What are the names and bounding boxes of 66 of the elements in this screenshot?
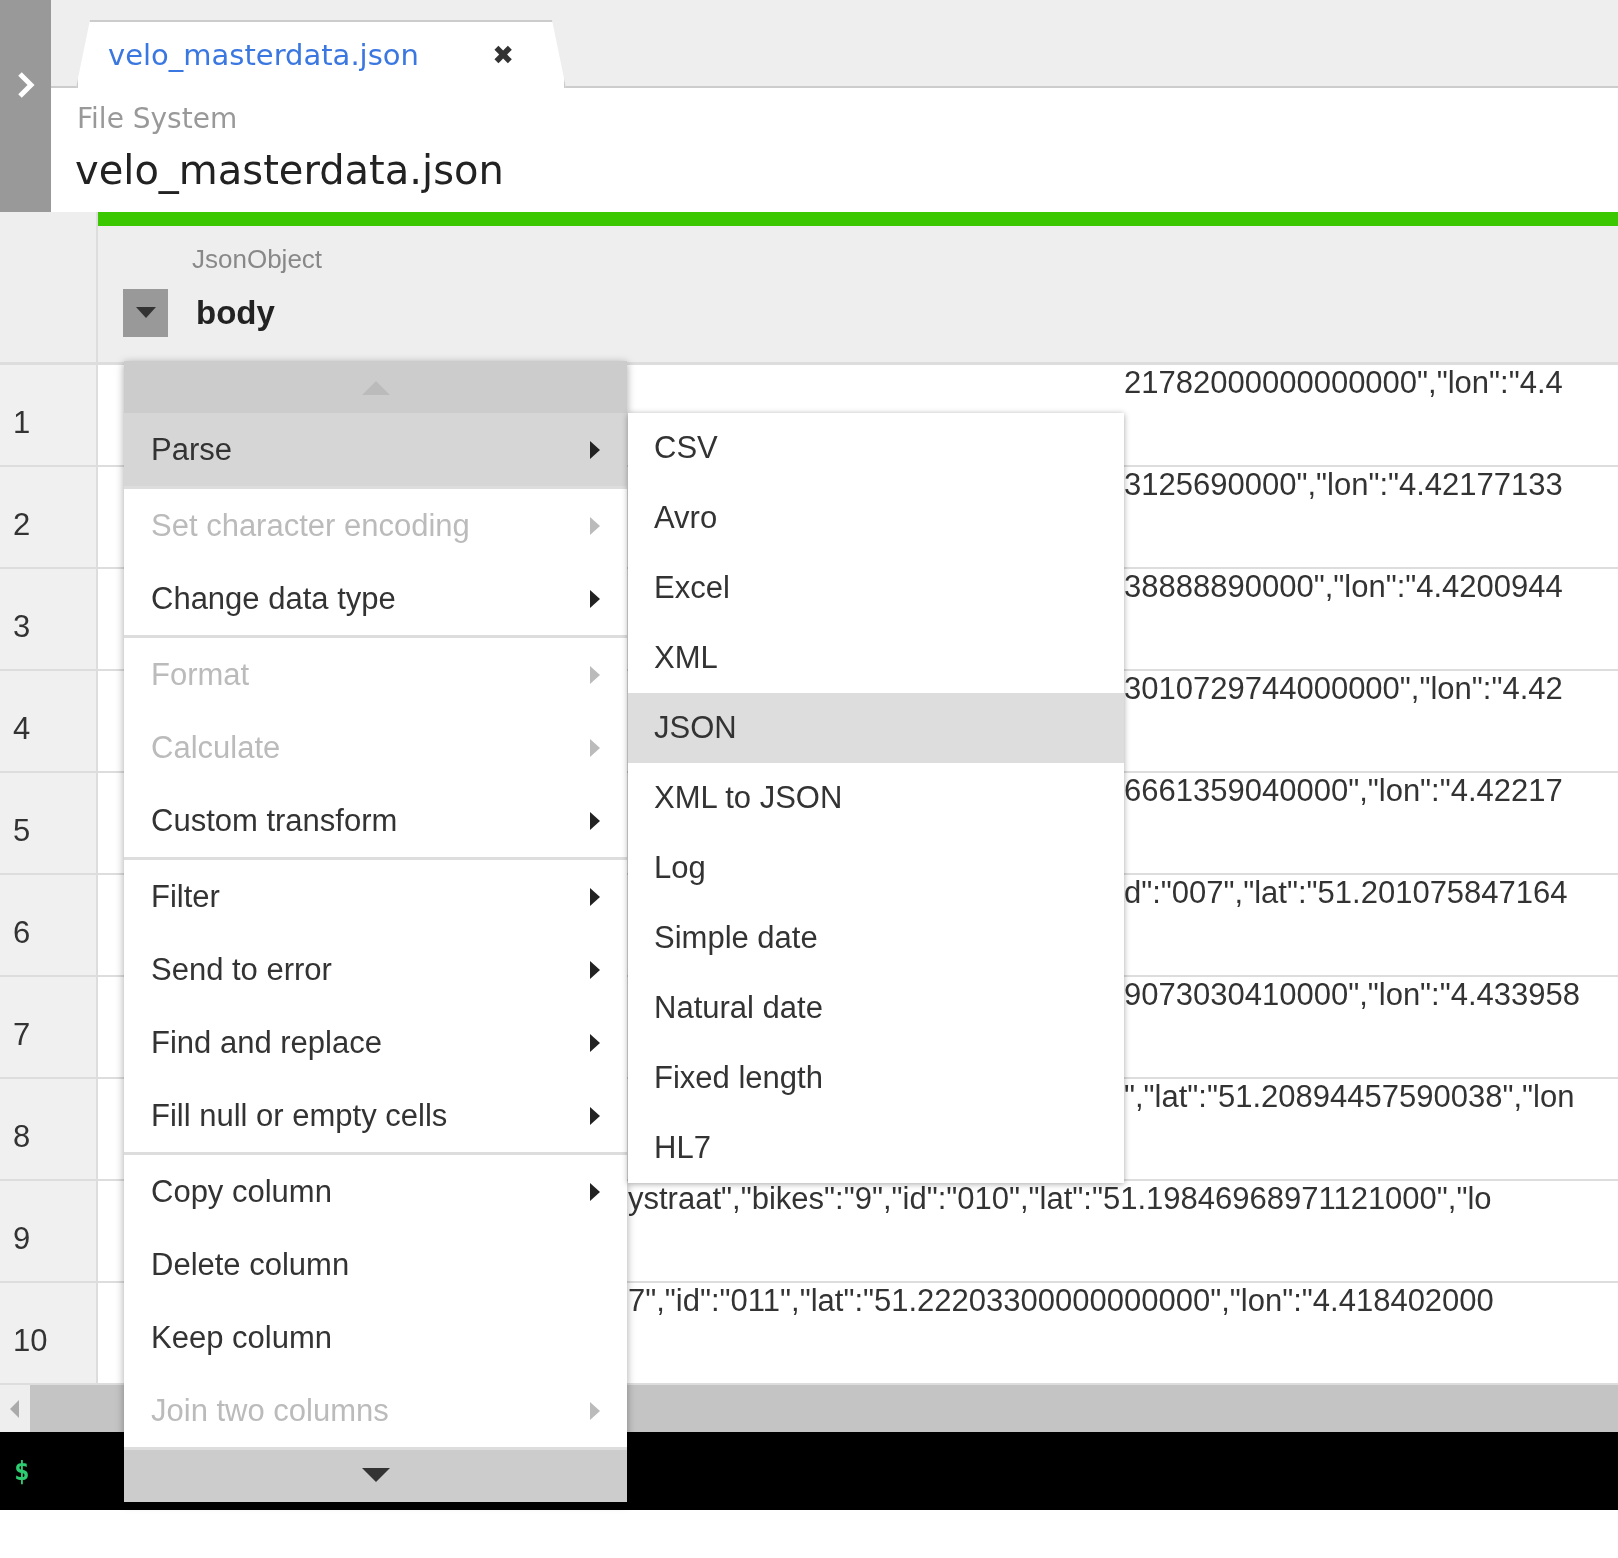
submenu-arrow-icon [589,886,601,907]
table-cell: ","lat":"51.20894457590038","lon [1124,1079,1575,1114]
caret-down-icon [135,307,156,319]
row-number: 9 [0,1181,98,1281]
submenu-arrow-icon [589,1105,601,1126]
row-number: 8 [0,1079,98,1179]
menu-item[interactable]: Find and replace [124,1006,627,1079]
scroll-down-button[interactable] [124,1450,627,1502]
table-cell: 9073030410000","lon":"4.433958 [1124,977,1581,1012]
submenu-arrow-icon [589,1400,601,1421]
submenu-item[interactable]: HL7 [628,1113,1124,1183]
row-number: 2 [0,467,98,567]
submenu-arrow-icon [589,664,601,685]
row-number: 10 [0,1283,98,1383]
submenu-item[interactable]: CSV [628,413,1124,483]
column-type: JsonObject [191,243,324,275]
submenu-item[interactable]: Simple date [628,903,1124,973]
column-menu-button[interactable] [123,289,168,337]
menu-item[interactable]: Send to error [124,933,627,1006]
row-number: 4 [0,671,98,771]
submenu-item[interactable]: XML [628,623,1124,693]
menu-item[interactable]: Copy column [124,1155,627,1228]
row-number: 5 [0,773,98,873]
menu-item[interactable]: Custom transform [124,784,627,857]
row-number: 1 [0,365,98,465]
row-number: 3 [0,569,98,669]
table-cell: 3010729744000000","lon":"4.42 [1124,671,1563,706]
submenu-arrow-icon [589,810,601,831]
menu-item[interactable]: Change data type [124,562,627,635]
submenu-arrow-icon [589,588,601,609]
submenu-item[interactable]: Avro [628,483,1124,553]
menu-item[interactable]: Delete column [124,1228,627,1301]
row-number: 7 [0,977,98,1077]
row-number: 6 [0,875,98,975]
submenu-item[interactable]: Log [628,833,1124,903]
submenu-arrow-icon [589,959,601,980]
submenu-arrow-icon [589,439,601,460]
submenu-item[interactable]: JSON [628,693,1124,763]
column-name: body [196,294,275,332]
menu-item[interactable]: Parse [124,413,627,486]
caret-down-icon [361,1468,390,1484]
source-label: File System [76,101,239,135]
menu-item[interactable]: Filter [124,860,627,933]
file-tab[interactable]: velo_masterdata.json ✖ [76,20,566,88]
scroll-left-icon[interactable] [10,1399,20,1418]
menu-item[interactable]: Keep column [124,1301,627,1374]
expand-icon[interactable] [15,70,36,100]
submenu-arrow-icon [589,1032,601,1053]
submenu-arrow-icon [589,515,601,536]
table-cell: 7","id":"011","lat":"51.22203300000000000","lon":"4.418402000 [628,1283,1494,1318]
submenu-arrow-icon [589,737,601,758]
submenu-arrow-icon [589,1181,601,1202]
table-cell: 6661359040000","lon":"4.42217 [1124,773,1563,808]
submenu-item[interactable]: Excel [628,553,1124,623]
dataset-title: velo_masterdata.json [74,146,505,193]
table-cell: 38888890000","lon":"4.4200944 [1124,569,1563,604]
menu-item[interactable]: Fill null or empty cells [124,1079,627,1152]
submenu-item[interactable]: XML to JSON [628,763,1124,833]
table-cell: ystraat","bikes":"9","id":"010","lat":"51.19846968971121000","lo [628,1181,1492,1216]
table-cell: d":"007","lat":"51.201075847164 [1124,875,1568,910]
table-cell: 21782000000000000","lon":"4.4 [1124,365,1563,400]
submenu-item[interactable]: Fixed length [628,1043,1124,1113]
table-cell: 3125690000","lon":"4.42177133 [1124,467,1563,502]
close-icon[interactable]: ✖ [492,40,514,70]
submenu-item[interactable]: Natural date [628,973,1124,1043]
scroll-up-button[interactable] [124,361,627,413]
